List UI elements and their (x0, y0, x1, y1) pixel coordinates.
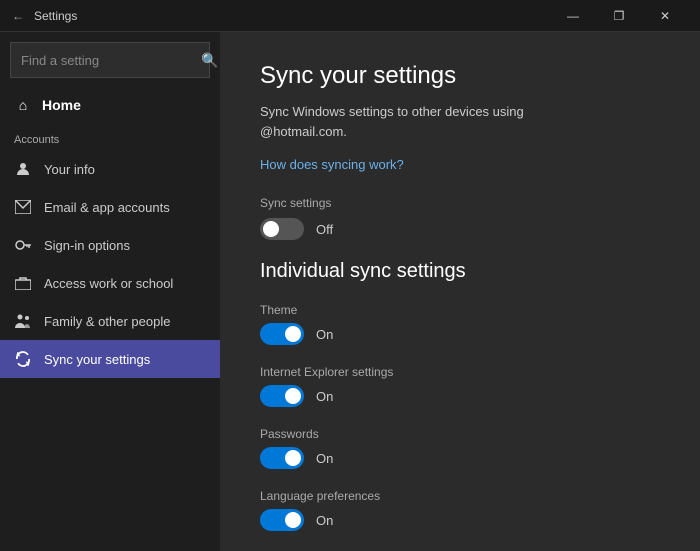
close-button[interactable]: ✕ (642, 0, 688, 32)
email-icon (14, 198, 32, 216)
ie-toggle[interactable] (260, 385, 304, 407)
ie-setting-label: Internet Explorer settings (260, 365, 660, 379)
back-button[interactable]: ← (12, 9, 24, 23)
theme-setting-label: Theme (260, 303, 660, 317)
ie-toggle-row: On (260, 385, 660, 407)
passwords-toggle[interactable] (260, 447, 304, 469)
sync-settings-toggle-row: Off (260, 218, 660, 240)
sidebar-home-button[interactable]: ⌂ Home (0, 86, 220, 124)
home-label: Home (42, 97, 81, 113)
sidebar-item-family-other-people[interactable]: Family & other people (0, 302, 220, 340)
family-icon (14, 312, 32, 330)
toggle-thumb (285, 388, 301, 404)
individual-setting-passwords: Passwords On (260, 427, 660, 469)
search-icon: 🔍 (201, 52, 218, 69)
passwords-toggle-row: On (260, 447, 660, 469)
ie-toggle-label: On (316, 389, 333, 404)
toggle-thumb (263, 221, 279, 237)
toggle-thumb (285, 512, 301, 528)
sync-settings-toggle[interactable] (260, 218, 304, 240)
toggle-thumb (285, 326, 301, 342)
sync-settings-label: Sync settings (260, 196, 660, 210)
passwords-toggle-label: On (316, 451, 333, 466)
toggle-thumb (285, 450, 301, 466)
sidebar-item-sign-in-label: Sign-in options (44, 238, 130, 253)
main-layout: 🔍 ⌂ Home Accounts Your info E (0, 32, 700, 551)
titlebar: ← Settings — ❐ ✕ (0, 0, 700, 32)
window-title: Settings (34, 9, 77, 23)
sidebar-item-email-app-accounts[interactable]: Email & app accounts (0, 188, 220, 226)
sidebar-item-your-info[interactable]: Your info (0, 150, 220, 188)
individual-setting-ie: Internet Explorer settings On (260, 365, 660, 407)
sidebar-item-sign-in-options[interactable]: Sign-in options (0, 226, 220, 264)
sidebar-item-email-label: Email & app accounts (44, 200, 170, 215)
accounts-section-label: Accounts (0, 124, 220, 150)
language-toggle-row: On (260, 509, 660, 531)
individual-setting-language: Language preferences On (260, 489, 660, 531)
theme-toggle[interactable] (260, 323, 304, 345)
individual-setting-theme: Theme On (260, 303, 660, 345)
sidebar-item-family-label: Family & other people (44, 314, 170, 329)
theme-toggle-label: On (316, 327, 333, 342)
theme-toggle-row: On (260, 323, 660, 345)
search-input[interactable] (21, 53, 197, 68)
how-syncing-works-link[interactable]: How does syncing work? (260, 157, 660, 172)
sync-icon (14, 350, 32, 368)
sidebar-item-sync-settings[interactable]: Sync your settings (0, 340, 220, 378)
individual-sync-section-title: Individual sync settings (260, 260, 660, 283)
sidebar-item-your-info-label: Your info (44, 162, 95, 177)
sidebar-item-access-label: Access work or school (44, 276, 173, 291)
sync-description: Sync Windows settings to other devices u… (260, 102, 660, 141)
minimize-button[interactable]: — (550, 0, 596, 32)
home-icon: ⌂ (14, 96, 32, 114)
sync-settings-toggle-label: Off (316, 222, 333, 237)
passwords-setting-label: Passwords (260, 427, 660, 441)
search-box[interactable]: 🔍 (10, 42, 210, 78)
content-area: Sync your settings Sync Windows settings… (220, 32, 700, 551)
restore-button[interactable]: ❐ (596, 0, 642, 32)
window-controls: — ❐ ✕ (550, 0, 688, 32)
briefcase-icon (14, 274, 32, 292)
sidebar-item-access-work-school[interactable]: Access work or school (0, 264, 220, 302)
person-icon (14, 160, 32, 178)
language-setting-label: Language preferences (260, 489, 660, 503)
language-toggle-label: On (316, 513, 333, 528)
sidebar-item-sync-label: Sync your settings (44, 352, 150, 367)
language-toggle[interactable] (260, 509, 304, 531)
sidebar: 🔍 ⌂ Home Accounts Your info E (0, 32, 220, 551)
page-title: Sync your settings (260, 62, 660, 90)
key-icon (14, 236, 32, 254)
